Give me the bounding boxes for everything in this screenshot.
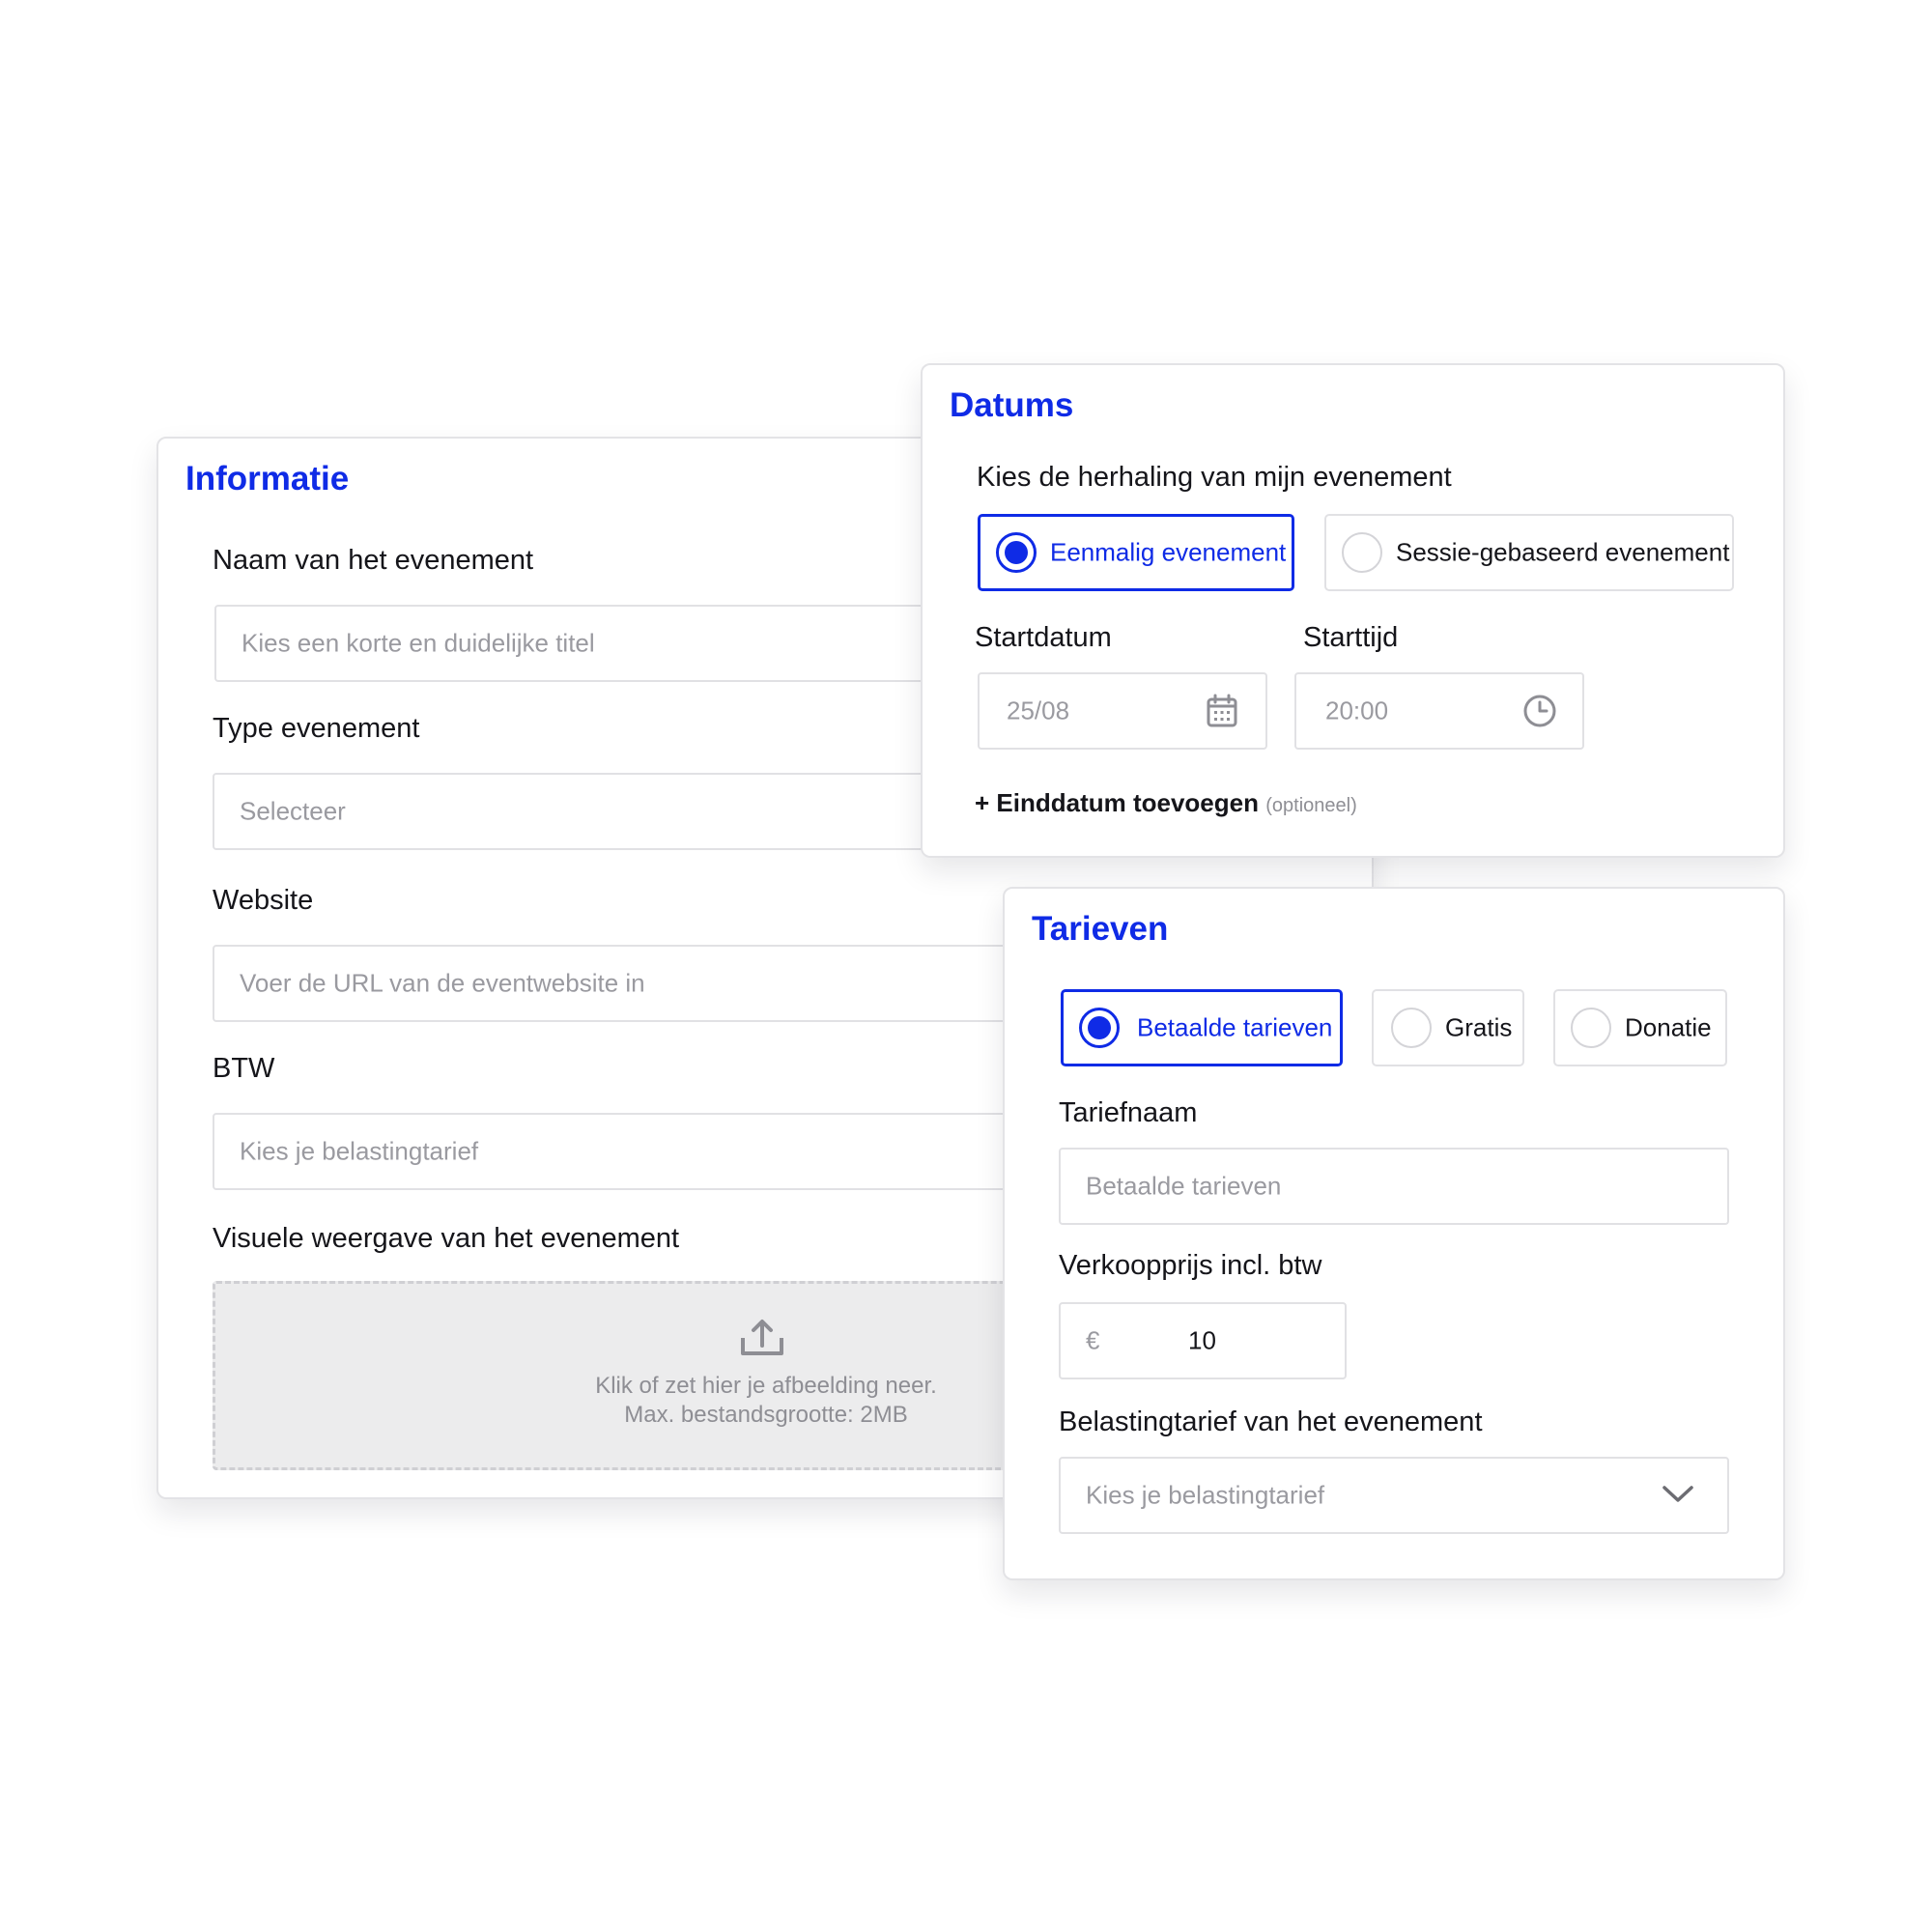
radio-dot: [1088, 1016, 1111, 1039]
radio-dot: [1005, 541, 1028, 564]
option-sessie[interactable]: Sessie-gebaseerd evenement: [1324, 514, 1734, 591]
chevron-down-icon[interactable]: [1662, 1484, 1694, 1505]
datums-card: Datums Kies de herhaling van mijn evenem…: [921, 363, 1785, 858]
tax-rate-placeholder: Kies je belastingtarief: [1086, 1480, 1325, 1510]
price-value: 10: [1188, 1325, 1216, 1355]
start-date-input[interactable]: 25/08: [978, 672, 1267, 750]
currency-symbol: €: [1086, 1325, 1100, 1355]
start-time-label: Starttijd: [1303, 622, 1399, 653]
add-end-date-link[interactable]: + Einddatum toevoegen (optioneel): [975, 788, 1357, 818]
event-type-placeholder: Selecteer: [240, 796, 346, 826]
option-gratis[interactable]: Gratis: [1372, 989, 1524, 1066]
option-eenmalig[interactable]: Eenmalig evenement: [978, 514, 1294, 591]
website-placeholder: Voer de URL van de eventwebsite in: [240, 968, 645, 998]
option-betaalde-tarieven-label: Betaalde tarieven: [1137, 1012, 1333, 1042]
option-betaalde-tarieven[interactable]: Betaalde tarieven: [1061, 989, 1343, 1066]
rate-name-label: Tariefnaam: [1059, 1097, 1198, 1128]
event-type-label: Type evenement: [213, 713, 420, 744]
clock-icon[interactable]: [1522, 694, 1557, 728]
option-donatie[interactable]: Donatie: [1553, 989, 1727, 1066]
tax-rate-label: Belastingtarief van het evenement: [1059, 1406, 1483, 1437]
start-date-value: 25/08: [1007, 696, 1070, 725]
btw-label: BTW: [213, 1053, 275, 1084]
start-date-label: Startdatum: [975, 622, 1112, 653]
option-gratis-label: Gratis: [1445, 1012, 1513, 1042]
start-time-input[interactable]: 20:00: [1294, 672, 1584, 750]
radio-donatie[interactable]: [1571, 1008, 1611, 1048]
tarieven-title: Tarieven: [1032, 910, 1169, 948]
optional-note: (optioneel): [1265, 795, 1357, 816]
event-name-label: Naam van het evenement: [213, 545, 534, 576]
event-name-placeholder: Kies een korte en duidelijke titel: [242, 628, 595, 658]
website-label: Website: [213, 885, 314, 916]
tarieven-card: Tarieven Betaalde tarieven Gratis Donati…: [1003, 887, 1785, 1580]
option-sessie-label: Sessie-gebaseerd evenement: [1396, 537, 1730, 567]
add-end-date-text[interactable]: + Einddatum toevoegen: [975, 788, 1259, 817]
btw-placeholder: Kies je belastingtarief: [240, 1136, 479, 1166]
price-label: Verkoopprijs incl. btw: [1059, 1250, 1322, 1281]
radio-eenmalig[interactable]: [996, 532, 1037, 573]
start-time-value: 20:00: [1325, 696, 1389, 725]
datums-title: Datums: [950, 386, 1074, 424]
rate-name-input[interactable]: Betaalde tarieven: [1059, 1148, 1729, 1225]
price-input[interactable]: € 10: [1059, 1302, 1347, 1379]
option-eenmalig-label: Eenmalig evenement: [1050, 537, 1287, 567]
radio-gratis[interactable]: [1391, 1008, 1432, 1048]
option-donatie-label: Donatie: [1625, 1012, 1712, 1042]
tax-rate-select[interactable]: Kies je belastingtarief: [1059, 1457, 1729, 1534]
visual-label: Visuele weergave van het evenement: [213, 1223, 680, 1254]
upload-icon: [739, 1319, 785, 1357]
rate-name-placeholder: Betaalde tarieven: [1086, 1171, 1282, 1201]
informatie-title: Informatie: [185, 460, 350, 497]
repeat-label: Kies de herhaling van mijn evenement: [977, 462, 1452, 493]
radio-betaalde-tarieven[interactable]: [1079, 1008, 1120, 1048]
calendar-icon[interactable]: [1206, 694, 1238, 728]
radio-sessie[interactable]: [1342, 532, 1382, 573]
